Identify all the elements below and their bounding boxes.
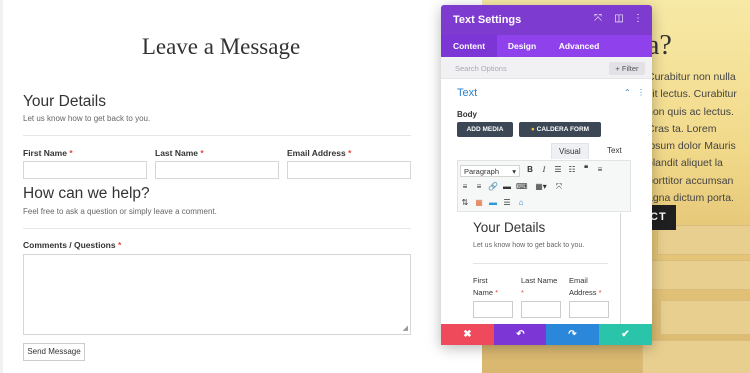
bullet-list-icon[interactable]: ☰	[553, 165, 563, 174]
details-title: Your Details	[23, 93, 107, 110]
divider	[23, 228, 411, 229]
align-right-icon[interactable]: ≡	[474, 182, 484, 191]
preview-divider	[473, 263, 608, 264]
paragraph-select[interactable]: Paragraph ▾	[460, 165, 520, 177]
expand-icon[interactable]: ⤧	[592, 13, 604, 24]
search-options-bar: Search Options + Filter	[441, 57, 652, 79]
numbered-list-icon[interactable]: ☷	[567, 165, 577, 174]
comments-textarea[interactable]: ◢	[23, 254, 411, 335]
tab-design[interactable]: Design	[497, 35, 547, 57]
save-button[interactable]: ✔	[599, 324, 652, 345]
text-group-title[interactable]: Text	[457, 87, 477, 99]
panel-tabs: Content Design Advanced	[441, 35, 652, 57]
italic-icon[interactable]: I	[539, 165, 549, 174]
align-left-icon[interactable]: ≡	[595, 165, 605, 174]
panel-header: Text Settings ⤧ ◫ ⋮	[441, 5, 652, 35]
undo-button[interactable]: ↶	[494, 324, 547, 345]
redo-icon: ↷	[568, 329, 577, 340]
paste-icon[interactable]: ⇅	[460, 198, 470, 207]
preview-first-name-input	[473, 301, 513, 318]
email-label: Email Address *	[287, 148, 352, 158]
preview-email-input	[569, 301, 609, 318]
tab-advanced[interactable]: Advanced	[547, 35, 611, 57]
preview-email-label: Email Address *	[569, 276, 602, 297]
preview-title: Your Details	[473, 220, 546, 235]
text-settings-panel: Text Settings ⤧ ◫ ⋮ Content Design Advan…	[441, 5, 652, 345]
divider	[23, 135, 411, 136]
filter-button[interactable]: + Filter	[609, 62, 645, 75]
horizontal-rule-icon[interactable]: ▬	[502, 182, 512, 191]
add-media-button[interactable]: ADD MEDIA	[457, 122, 513, 137]
cancel-button[interactable]: ✖	[441, 324, 494, 345]
search-options-input[interactable]: Search Options	[455, 64, 507, 73]
panel-title: Text Settings	[453, 14, 522, 26]
last-name-label: Last Name *	[155, 148, 204, 158]
preview-first-name-label: First Name *	[473, 276, 499, 297]
first-name-input[interactable]	[23, 161, 147, 179]
link-icon[interactable]: 🔗	[488, 182, 498, 191]
redo-button[interactable]: ↷	[546, 324, 599, 345]
details-subtitle: Let us know how to get back to you.	[23, 114, 151, 123]
keyboard-icon[interactable]: ⌨	[516, 182, 528, 191]
caldera-icon: ●	[530, 126, 535, 133]
preview-subtitle: Let us know how to get back to you.	[473, 242, 585, 249]
help-subtitle: Feel free to ask a question or simply le…	[23, 207, 217, 216]
strikethrough-icon[interactable]: ☰	[502, 198, 512, 207]
group-more-icon[interactable]: ⋮	[637, 88, 645, 97]
first-name-label: First Name *	[23, 148, 73, 158]
body-label: Body	[457, 110, 477, 119]
comments-label: Comments / Questions *	[23, 240, 122, 250]
check-icon: ✔	[621, 329, 630, 340]
undo-icon: ↶	[516, 329, 525, 340]
form-title: Leave a Message	[141, 34, 301, 59]
email-input[interactable]	[287, 161, 411, 179]
wood-block	[660, 300, 750, 335]
select-arrow-icon: ▾	[512, 167, 516, 176]
table-icon[interactable]: ▦▾	[532, 182, 550, 191]
tab-visual[interactable]: Visual	[551, 143, 589, 159]
preview-last-name-input	[521, 301, 561, 318]
resize-handle-icon[interactable]: ◢	[403, 324, 408, 332]
tab-text[interactable]: Text	[607, 146, 622, 155]
align-center-icon[interactable]: ≡	[460, 182, 470, 191]
split-view-icon[interactable]: ◫	[613, 13, 625, 24]
help-title: How can we help?	[23, 185, 150, 202]
chevron-up-icon[interactable]: ⌃	[624, 88, 631, 97]
close-icon: ✖	[463, 329, 472, 340]
fullscreen-icon[interactable]: ⤧	[554, 182, 564, 192]
tab-content[interactable]: Content	[441, 35, 497, 57]
editor-toolbar: Paragraph ▾ B I ☰ ☷ ❝ ≡ ≡ ≡ 🔗 ▬ ⌨ ▦▾ ⤧ ⇅ …	[457, 160, 631, 212]
highlight-icon[interactable]: ▬	[488, 198, 498, 207]
right-body-text: Curabitur non nulla sit lectus. Curabitu…	[647, 71, 737, 205]
bold-icon[interactable]: B	[525, 165, 535, 174]
clear-format-icon[interactable]: ⌂	[516, 198, 526, 207]
last-name-input[interactable]	[155, 161, 279, 179]
preview-last-name-label: Last Name *	[521, 276, 558, 297]
color-grid-icon[interactable]: ▦	[474, 198, 484, 207]
caldera-form-button[interactable]: ● CALDERA FORM	[519, 122, 601, 137]
blockquote-icon[interactable]: ❝	[581, 164, 591, 173]
wood-block	[642, 340, 750, 373]
more-options-icon[interactable]: ⋮	[632, 13, 644, 24]
send-message-button[interactable]: Send Message	[23, 343, 85, 361]
